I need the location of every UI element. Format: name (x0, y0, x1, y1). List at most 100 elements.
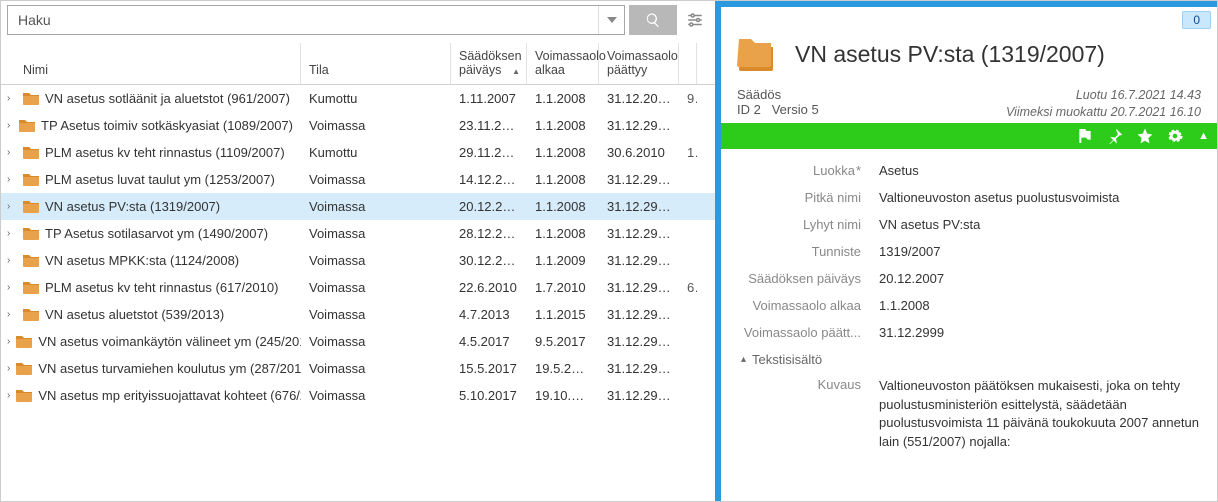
field-label-valid-from: Voimassaolo alkaa (729, 298, 879, 313)
folder-icon (23, 199, 39, 213)
flag-icon[interactable] (1076, 127, 1094, 145)
row-status: Voimassa (301, 118, 451, 133)
row-name: VN asetus mp erityissuojattavat kohteet … (38, 388, 301, 403)
folder-icon (23, 91, 39, 105)
field-label-shortname: Lyhyt nimi (729, 217, 879, 232)
row-valid-from: 1.1.2009 (527, 253, 599, 268)
row-valid-until: 31.12.2999 (599, 361, 679, 376)
row-extra: 1 (679, 145, 697, 160)
row-valid-until: 31.12.2999 (599, 172, 679, 187)
search-input[interactable] (8, 6, 598, 34)
star-icon[interactable] (1136, 127, 1154, 145)
table-row[interactable]: ›VN asetus MPKK:sta (1124/2008)Voimassa3… (1, 247, 715, 274)
row-name: TP Asetus sotilasarvot ym (1490/2007) (45, 226, 268, 241)
expand-toolbar-icon[interactable]: ▲ (1198, 130, 1209, 142)
row-valid-from: 1.1.2008 (527, 199, 599, 214)
expand-row-icon[interactable]: › (7, 120, 13, 131)
row-valid-from: 1.1.2008 (527, 118, 599, 133)
expand-row-icon[interactable]: › (7, 309, 17, 320)
row-valid-until: 31.12.2999 (599, 199, 679, 214)
column-header-name[interactable]: Nimi (1, 43, 301, 84)
table-row[interactable]: ›VN asetus PV:sta (1319/2007)Voimassa20.… (1, 193, 715, 220)
field-label-longname: Pitkä nimi (729, 190, 879, 205)
table-row[interactable]: › VN asetus mp erityissuojattavat kohteet… (1, 382, 715, 409)
row-status: Voimassa (301, 172, 451, 187)
folder-icon (16, 334, 32, 348)
grid-header: Nimi Tila Säädöksen päiväys Voimassaolo … (1, 43, 715, 85)
expand-row-icon[interactable]: › (7, 390, 10, 401)
column-header-status[interactable]: Tila (301, 43, 451, 84)
pin-icon[interactable] (1106, 127, 1124, 145)
expand-row-icon[interactable]: › (7, 201, 17, 212)
table-row[interactable]: ›VN asetus voimankäytön välineet ym (245… (1, 328, 715, 355)
gear-icon[interactable] (1166, 127, 1184, 145)
document-type-icon (737, 35, 777, 73)
section-label-textcontent: Tekstisisältö (752, 352, 822, 367)
table-row[interactable]: ›VN asetus aluetstot (539/2013)Voimassa4… (1, 301, 715, 328)
expand-row-icon[interactable]: › (7, 174, 17, 185)
row-valid-from: 1.1.2008 (527, 226, 599, 241)
row-status: Voimassa (301, 280, 451, 295)
row-valid-from: 1.1.2008 (527, 91, 599, 106)
column-header-valid-until[interactable]: Voimassaolo päättyy (599, 43, 679, 84)
version-label: Versio (772, 102, 808, 117)
row-valid-until: 31.12.2999 (599, 118, 679, 133)
expand-row-icon[interactable]: › (7, 363, 10, 374)
table-row[interactable]: ›VN asetus sotläänit ja aluetstot (961/2… (1, 85, 715, 112)
column-header-extra[interactable] (679, 43, 697, 84)
notification-badge[interactable]: 0 (1182, 11, 1211, 29)
row-statute-date: 4.7.2013 (451, 307, 527, 322)
field-value-shortname: VN asetus PV:sta (879, 217, 1201, 232)
detail-title: VN asetus PV:sta (1319/2007) (795, 41, 1105, 68)
column-header-statute-date[interactable]: Säädöksen päiväys (451, 43, 527, 84)
table-row[interactable]: ›PLM asetus luvat taulut ym (1253/2007)V… (1, 166, 715, 193)
table-row[interactable]: ›PLM asetus kv teht rinnastus (1109/2007… (1, 139, 715, 166)
field-value-description: Valtioneuvoston päätöksen mukaisesti, jo… (879, 377, 1201, 452)
row-valid-from: 19.5.2017 (527, 361, 599, 376)
field-value-valid-from: 1.1.2008 (879, 298, 1201, 313)
field-label-description: Kuvaus (729, 377, 879, 452)
row-statute-date: 22.6.2010 (451, 280, 527, 295)
table-row[interactable]: ›TP Asetus toimiv sotkäskyasiat (1089/20… (1, 112, 715, 139)
modified-value: 20.7.2021 16.10 (1111, 105, 1201, 119)
search-button[interactable] (629, 5, 677, 35)
row-valid-from: 1.1.2008 (527, 145, 599, 160)
table-row[interactable]: ›VN asetus turvamiehen koulutus ym (287/… (1, 355, 715, 382)
expand-row-icon[interactable]: › (7, 93, 17, 104)
expand-row-icon[interactable]: › (7, 336, 10, 347)
expand-row-icon[interactable]: › (7, 228, 17, 239)
row-extra: 9 (679, 91, 697, 106)
filter-settings-button[interactable] (681, 5, 709, 35)
row-valid-until: 31.12.2014 (599, 91, 679, 106)
column-header-valid-from[interactable]: Voimassaolo alkaa (527, 43, 599, 84)
expand-row-icon[interactable]: › (7, 282, 17, 293)
row-valid-until: 31.12.2999 (599, 388, 679, 403)
row-statute-date: 30.12.2008 (451, 253, 527, 268)
folder-icon (23, 226, 39, 240)
row-statute-date: 28.12.2007 (451, 226, 527, 241)
table-row[interactable]: ›TP Asetus sotilasarvot ym (1490/2007)Vo… (1, 220, 715, 247)
folder-icon (23, 280, 39, 294)
field-label-valid-until: Voimassaolo päätt... (729, 325, 879, 340)
row-statute-date: 5.10.2017 (451, 388, 527, 403)
row-valid-from: 1.1.2015 (527, 307, 599, 322)
row-valid-from: 19.10.2017 (527, 388, 599, 403)
row-valid-until: 31.12.2999 (599, 334, 679, 349)
expand-row-icon[interactable]: › (7, 255, 17, 266)
row-status: Voimassa (301, 199, 451, 214)
row-name: VN asetus MPKK:sta (1124/2008) (45, 253, 239, 268)
row-statute-date: 1.11.2007 (451, 91, 527, 106)
field-label-class: Luokka (729, 163, 879, 178)
expand-row-icon[interactable]: › (7, 147, 17, 158)
row-valid-from: 1.7.2010 (527, 280, 599, 295)
folder-icon (23, 253, 39, 267)
row-name: VN asetus PV:sta (1319/2007) (45, 199, 220, 214)
folder-icon (19, 118, 35, 132)
row-statute-date: 15.5.2017 (451, 361, 527, 376)
section-toggle-textcontent[interactable]: ▴ Tekstisisältö (741, 352, 1201, 367)
chevron-up-icon: ▴ (741, 354, 746, 365)
table-row[interactable]: ›PLM asetus kv teht rinnastus (617/2010)… (1, 274, 715, 301)
row-statute-date: 14.12.2007 (451, 172, 527, 187)
row-name: VN asetus aluetstot (539/2013) (45, 307, 224, 322)
search-dropdown-toggle[interactable] (598, 6, 624, 34)
